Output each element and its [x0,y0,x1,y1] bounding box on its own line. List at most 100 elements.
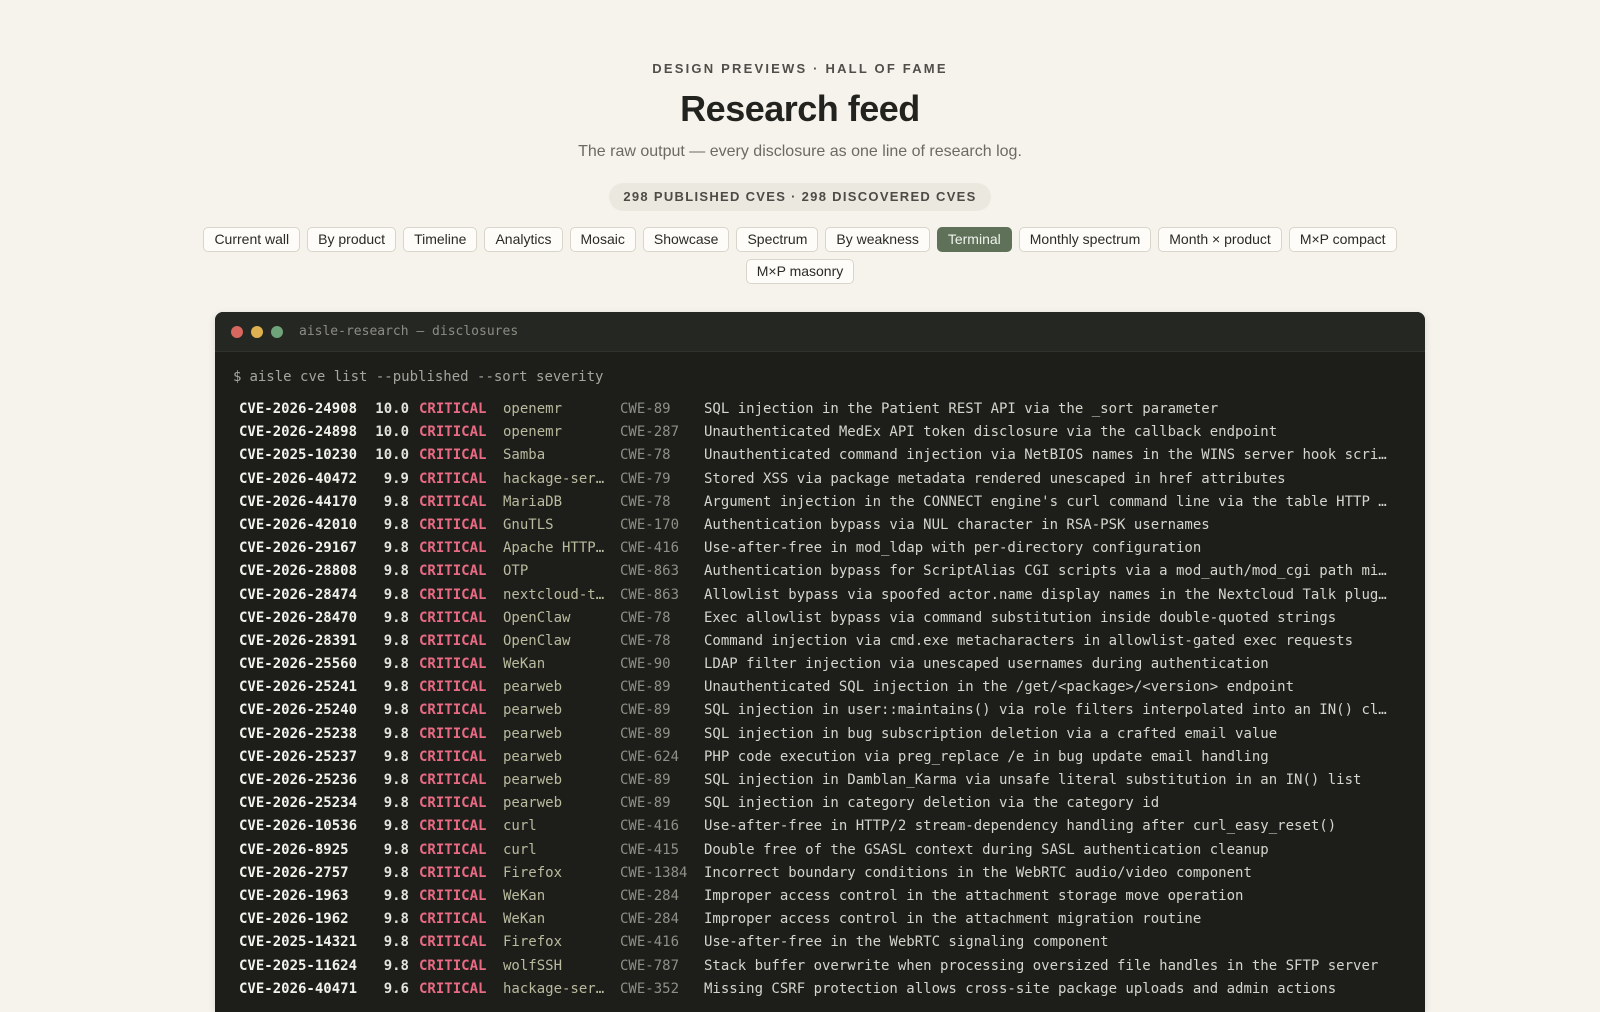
tab-analytics[interactable]: Analytics [484,227,563,252]
cve-id: CVE-2026-25236 [239,772,358,788]
cve-row[interactable]: CVE-2026-28474 9.8 CRITICAL nextcloud-ta… CW… [233,584,1407,607]
tab-month-product[interactable]: Month × product [1158,227,1282,252]
cve-row[interactable]: CVE-2026-44170 9.8 CRITICAL MariaDB CWE-78 Ar… [233,491,1407,514]
cve-description: Allowlist bypass via spoofed actor.name … [704,586,1394,603]
cvss-score: 10.0 [375,401,409,417]
product-name: openemr [503,424,563,441]
product-name: openemr [503,401,563,417]
tab-by-weakness[interactable]: By weakness [825,227,930,252]
severity-label: CRITICAL [419,609,487,626]
product-name: pearweb [503,679,563,696]
cve-description: Improper access control in the attachmen… [704,911,1202,928]
cve-row[interactable]: CVE-2026-42010 9.8 CRITICAL GnuTLS CWE-170 Au… [233,514,1407,537]
cve-row[interactable]: CVE-2026-24908 10.0 CRITICAL openemr CWE-89 S… [233,398,1407,421]
product-name: curl [503,818,537,835]
product-name: curl [503,841,537,858]
tab-spectrum[interactable]: Spectrum [736,227,819,252]
severity-label: CRITICAL [419,748,487,765]
cwe-id: CWE-89 [620,772,671,788]
cve-row[interactable]: CVE-2026-40472 9.9 CRITICAL hackage-serv… CW… [233,468,1407,491]
maximize-dot-icon[interactable] [271,325,283,338]
prompt-symbol: $ [233,369,242,385]
cve-row[interactable]: CVE-2025-11624 9.8 CRITICAL wolfSSH CWE-787 S… [233,955,1407,978]
cve-row[interactable]: CVE-2026-29167 9.8 CRITICAL Apache HTTP … CW… [233,537,1407,560]
tab-by-product[interactable]: By product [307,227,397,252]
cve-row[interactable]: CVE-2026-1963 9.8 CRITICAL WeKan CWE-284 Impr… [233,885,1407,908]
cve-id: CVE-2026-28470 [239,609,358,626]
cve-id: CVE-2026-42010 [239,516,358,533]
cve-row[interactable]: CVE-2026-25241 9.8 CRITICAL pearweb CWE-89 Un… [233,676,1407,699]
cve-id: CVE-2026-1963 [239,887,349,904]
tab-terminal[interactable]: Terminal [936,227,1012,252]
cve-row[interactable]: CVE-2026-25238 9.8 CRITICAL pearweb CWE-89 SQ… [233,723,1407,746]
tab-showcase[interactable]: Showcase [642,227,730,252]
count-pill-wrap: 298 PUBLISHED CVES · 298 DISCOVERED CVES [0,183,1600,211]
cve-id: CVE-2025-11624 [239,957,358,974]
cve-row[interactable]: CVE-2026-25240 9.8 CRITICAL pearweb CWE-89 SQ… [233,699,1407,722]
severity-label: CRITICAL [419,980,487,997]
severity-label: CRITICAL [419,493,487,510]
cve-id: CVE-2026-25237 [239,748,358,765]
cve-row[interactable]: CVE-2026-25560 9.8 CRITICAL WeKan CWE-90 LDAP… [233,653,1407,676]
cwe-id: CWE-89 [620,702,671,719]
cwe-id: CWE-89 [620,725,671,742]
severity-label: CRITICAL [419,864,487,881]
cve-row[interactable]: CVE-2026-28808 9.8 CRITICAL OTP CWE-863 Authe… [233,560,1407,583]
minimize-dot-icon[interactable] [251,325,263,338]
cve-description: Unauthenticated SQL injection in the /ge… [704,679,1295,696]
cve-description: SQL injection in bug subscription deleti… [704,725,1278,742]
cve-id: CVE-2026-40471 [239,980,358,997]
cve-row[interactable]: CVE-2026-25237 9.8 CRITICAL pearweb CWE-624 P… [233,746,1407,769]
cvss-score: 9.8 [383,540,409,557]
cve-row[interactable]: CVE-2026-28470 9.8 CRITICAL OpenClaw CWE-78 E… [233,607,1407,630]
severity-label: CRITICAL [419,795,487,812]
product-name: OpenClaw [503,609,571,626]
cve-description: Stack buffer overwrite when processing o… [704,957,1379,974]
tab-m-p-masonry[interactable]: M×P masonry [745,259,855,284]
cvss-score: 9.8 [383,911,409,928]
cve-row[interactable]: CVE-2025-10230 10.0 CRITICAL Samba CWE-78 Una… [233,444,1407,467]
tab-m-p-compact[interactable]: M×P compact [1288,227,1397,252]
cve-row[interactable]: CVE-2026-8925 9.8 CRITICAL curl CWE-415 Doubl… [233,839,1407,862]
cve-description: PHP code execution via preg_replace /e i… [704,748,1269,765]
cve-id: CVE-2026-25241 [239,679,358,696]
product-name: Samba [503,447,546,464]
tab-mosaic[interactable]: Mosaic [569,227,636,252]
tab-timeline[interactable]: Timeline [403,227,478,252]
cwe-id: CWE-1384 [620,864,688,881]
cve-row[interactable]: CVE-2026-40471 9.6 CRITICAL hackage-serv… CW… [233,978,1407,1001]
cve-row[interactable]: CVE-2026-25234 9.8 CRITICAL pearweb CWE-89 SQ… [233,792,1407,815]
product-name: OpenClaw [503,632,571,649]
product-name: pearweb [503,748,563,765]
cwe-id: CWE-79 [620,470,671,487]
cve-list: CVE-2026-24908 10.0 CRITICAL openemr CWE-89 S… [233,398,1407,1001]
cwe-id: CWE-416 [620,934,680,951]
cve-row[interactable]: CVE-2026-1962 9.8 CRITICAL WeKan CWE-284 Impr… [233,908,1407,931]
cve-description: Double free of the GSASL context during … [704,841,1269,858]
cve-id: CVE-2025-14321 [239,934,358,951]
cwe-id: CWE-416 [620,540,680,557]
product-name: pearweb [503,795,563,812]
cwe-id: CWE-89 [620,401,671,417]
tab-current-wall[interactable]: Current wall [203,227,301,252]
cve-id: CVE-2026-44170 [239,493,358,510]
cve-row[interactable]: CVE-2025-14321 9.8 CRITICAL Firefox CWE-416 U… [233,931,1407,954]
cve-row[interactable]: CVE-2026-25236 9.8 CRITICAL pearweb CWE-89 SQ… [233,769,1407,792]
cve-row[interactable]: CVE-2026-10536 9.8 CRITICAL curl CWE-416 Use-… [233,815,1407,838]
close-dot-icon[interactable] [231,325,243,338]
cve-row[interactable]: CVE-2026-28391 9.8 CRITICAL OpenClaw CWE-78 C… [233,630,1407,653]
cve-row[interactable]: CVE-2026-2757 9.8 CRITICAL Firefox CWE-1384 I… [233,862,1407,885]
severity-label: CRITICAL [419,401,487,417]
cve-id: CVE-2026-24908 [239,401,358,417]
severity-label: CRITICAL [419,911,487,928]
cve-id: CVE-2026-25240 [239,702,358,719]
cve-description: Authentication bypass via NUL character … [704,516,1210,533]
tab-monthly-spectrum[interactable]: Monthly spectrum [1018,227,1152,252]
cve-description: Use-after-free in mod_ldap with per-dire… [704,540,1202,557]
product-name: Firefox [503,934,563,951]
cwe-id: CWE-170 [620,516,680,533]
cve-description: Command injection via cmd.exe metacharac… [704,632,1354,649]
cwe-id: CWE-287 [620,424,680,441]
view-tabs: Current wall By product Timeline Analytics M… [200,227,1400,284]
cve-row[interactable]: CVE-2026-24898 10.0 CRITICAL openemr CWE-287… [233,421,1407,444]
